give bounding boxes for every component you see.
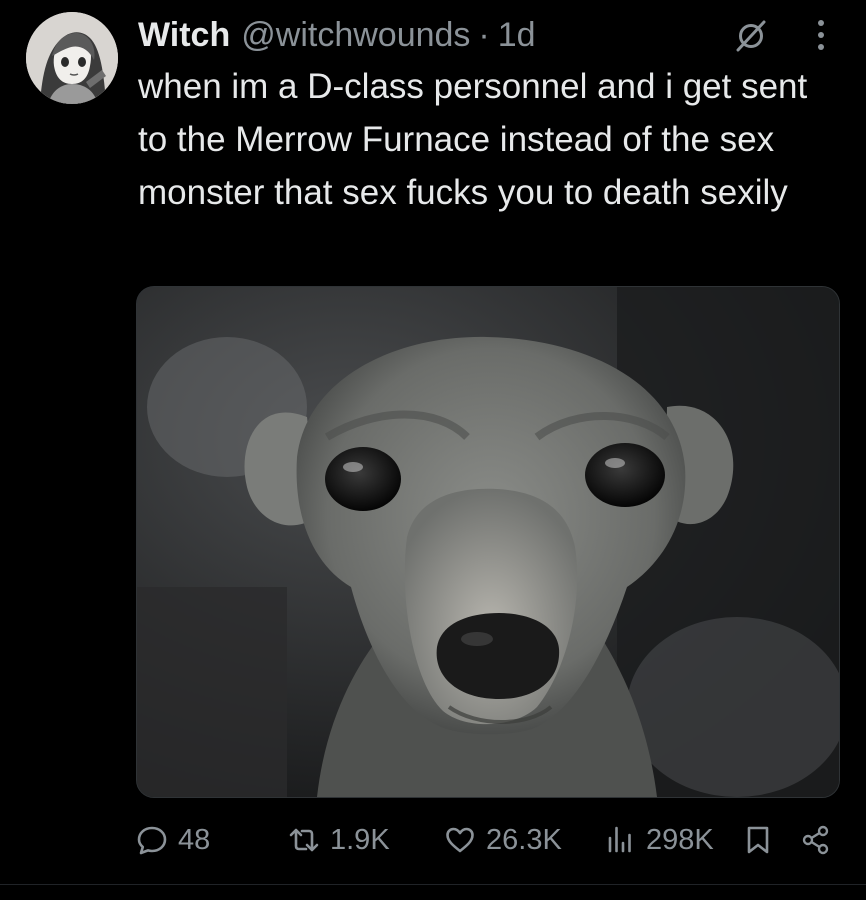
bookmark-button[interactable] [742,812,774,868]
separator-dot: · [478,15,490,54]
tweet: Witch @witchwounds · 1d when im a D-clas… [0,0,866,900]
tweet-text: when im a D-class personnel and i get se… [138,67,808,212]
tweet-timestamp[interactable]: 1d [498,16,536,55]
tweet-actions-bar: 48 1.9K 26.3K 298K [0,812,866,868]
more-vertical-icon[interactable] [804,16,838,54]
muted-circle-slash-icon[interactable] [734,18,768,52]
share-nodes-icon [802,825,829,855]
avatar-illustration [26,12,118,104]
reply-button[interactable]: 48 [136,812,210,868]
retweet-count: 1.9K [330,823,390,856]
reply-bubble-icon [137,826,167,855]
retweet-button[interactable]: 1.9K [288,812,390,868]
reply-count: 48 [178,823,211,856]
view-count: 298K [646,823,714,856]
share-button[interactable] [800,812,832,868]
views-button[interactable]: 298K [604,812,714,868]
bookmark-icon [747,826,769,854]
divider [0,884,866,885]
author-name[interactable]: Witch [138,16,230,55]
like-button[interactable]: 26.3K [444,812,562,868]
heart-icon [446,827,474,853]
like-count: 26.3K [486,823,562,856]
author-handle[interactable]: @witchwounds [241,16,470,55]
tweet-header: Witch @witchwounds · 1d [138,12,536,58]
views-bar-chart-icon [608,826,631,853]
dog-photo [137,287,839,797]
tweet-media-image[interactable] [136,286,840,798]
retweet-arrows-icon [289,828,319,852]
avatar[interactable] [26,12,118,104]
